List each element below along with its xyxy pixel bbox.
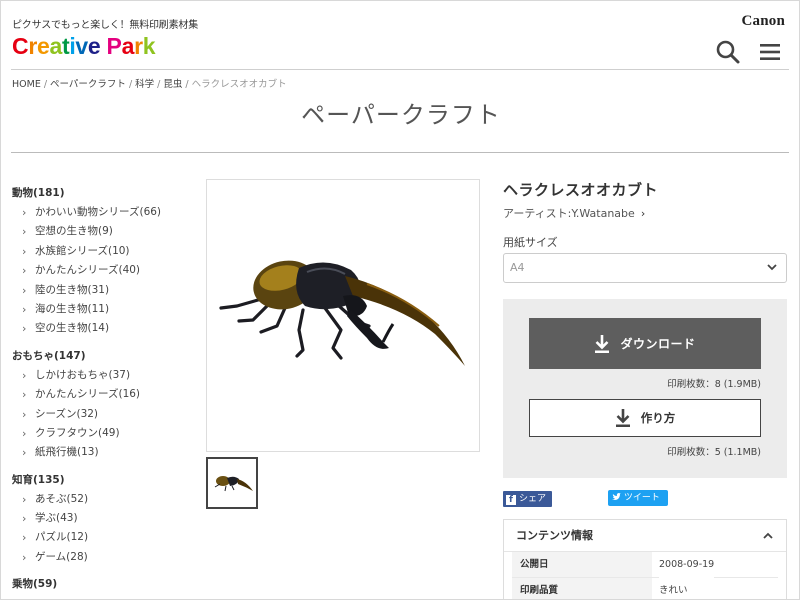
chevron-right-icon: ›	[22, 244, 27, 258]
category-heading[interactable]: 知育(135)	[12, 471, 202, 490]
product-title: ヘラクレスオオカブト	[503, 181, 659, 199]
search-icon[interactable]	[715, 39, 741, 65]
logo-letter: r	[134, 33, 143, 59]
category-sidebar: 動物(181) › かわいい動物シリーズ(66) › 空想の生き物(9) › 水族館シ…	[12, 184, 202, 599]
creative-park-logo[interactable]: Creative Park	[12, 33, 156, 60]
logo-letter: P	[106, 33, 122, 59]
category-item[interactable]: › かわいい動物シリーズ(66)	[12, 203, 202, 222]
paper-size-select[interactable]: A4	[503, 253, 787, 283]
category-group-animals: 動物(181) › かわいい動物シリーズ(66) › 空想の生き物(9) › 水族館シ…	[12, 184, 202, 339]
download-button[interactable]: ダウンロード	[529, 318, 761, 369]
breadcrumb-papercraft[interactable]: ペーパークラフト	[50, 79, 126, 90]
category-heading[interactable]: 動物(181)	[12, 184, 202, 203]
breadcrumb: HOME / ペーパークラフト / 科学 / 昆虫 / ヘラクレスオオカブト	[12, 79, 287, 90]
product-thumbnail[interactable]	[206, 457, 258, 509]
facebook-share-button[interactable]: f シェア	[503, 491, 552, 507]
beetle-thumbnail-image	[214, 476, 253, 492]
category-item[interactable]: › かんたんシリーズ(16)	[12, 385, 202, 404]
category-item[interactable]: › しかけおもちゃ(37)	[12, 366, 202, 385]
contents-info-panel: コンテンツ情報 公開日 2008-09-19 印刷品質 きれい	[503, 519, 787, 599]
twitter-bird-icon	[612, 493, 624, 503]
category-item[interactable]: › 陸の生き物(31)	[12, 281, 202, 300]
category-group-toys: おもちゃ(147) › しかけおもちゃ(37) › かんたんシリーズ(16) › シー…	[12, 347, 202, 463]
info-key: 印刷品質	[520, 585, 559, 596]
info-value: きれい	[659, 578, 688, 599]
canon-brand-logo[interactable]: Canon	[741, 13, 785, 30]
category-item[interactable]: › 海の生き物(11)	[12, 300, 202, 319]
chevron-right-icon: ›	[22, 426, 27, 440]
chevron-right-icon: ›	[22, 388, 27, 402]
logo-letter: a	[121, 33, 135, 59]
breadcrumb-science[interactable]: 科学	[135, 79, 154, 90]
page-title: ペーパークラフト	[301, 101, 501, 129]
download-icon	[615, 408, 631, 428]
title-divider	[11, 152, 789, 153]
breadcrumb-home[interactable]: HOME	[12, 79, 41, 90]
category-item[interactable]: › ゲーム(28)	[12, 548, 202, 567]
category-item[interactable]: › パズル(12)	[12, 528, 202, 547]
logo-letter: k	[142, 33, 156, 59]
hamburger-menu-icon[interactable]	[758, 39, 784, 65]
category-item[interactable]: › 空想の生き物(9)	[12, 222, 202, 241]
hercules-beetle-illustration	[219, 260, 465, 366]
chevron-right-icon: ›	[22, 492, 27, 506]
logo-letter: r	[28, 33, 37, 59]
contents-info-toggle[interactable]: コンテンツ情報	[504, 520, 786, 552]
download-panel: ダウンロード 印刷枚数：8 (1.9MB) 作り方 印刷枚数：5 (1.1MB)	[503, 299, 787, 478]
product-main-image	[206, 179, 480, 452]
info-value: 2008-09-19	[659, 552, 715, 578]
category-item[interactable]: › かんたんシリーズ(40)	[12, 261, 202, 280]
instructions-button[interactable]: 作り方	[529, 399, 761, 437]
category-group-education: 知育(135) › あそぶ(52) › 学ぶ(43) › パズル(12) › ゲーム(2…	[12, 471, 202, 568]
logo-letter: a	[49, 33, 62, 59]
page: ピクサスでもっと楽しく！無料印刷素材集 Creative Park Canon …	[0, 0, 800, 600]
chevron-right-icon: ›	[22, 264, 27, 278]
instructions-print-count: 印刷枚数：5 (1.1MB)	[667, 447, 761, 458]
category-item[interactable]: › 空の生き物(14)	[12, 319, 202, 338]
category-group-vehicles: 乗物(59)	[12, 575, 202, 594]
chevron-down-icon	[766, 254, 778, 293]
site-tagline: ピクサスでもっと楽しく！無料印刷素材集	[12, 20, 198, 31]
category-item[interactable]: › 学ぶ(43)	[12, 509, 202, 528]
category-heading[interactable]: 乗物(59)	[12, 575, 202, 594]
artist-link[interactable]: アーティスト:Y.Watanabe ›	[503, 205, 788, 221]
download-print-count: 印刷枚数：8 (1.9MB)	[667, 379, 761, 390]
header-divider	[11, 69, 789, 70]
chevron-right-icon: ›	[22, 206, 27, 219]
category-item[interactable]: › 紙飛行機(13)	[12, 443, 202, 462]
twitter-tweet-button[interactable]: ツイート	[608, 490, 668, 506]
breadcrumb-insects[interactable]: 昆虫	[163, 79, 182, 90]
product-info: ヘラクレスオオカブト アーティスト:Y.Watanabe › 用紙サイズ A4	[503, 179, 788, 283]
info-key: 公開日	[520, 559, 549, 570]
chevron-right-icon: ›	[22, 368, 27, 382]
chevron-right-icon: ›	[22, 512, 27, 526]
chevron-right-icon: ›	[22, 446, 27, 460]
logo-letter: v	[75, 33, 88, 59]
logo-letter: C	[12, 33, 29, 59]
category-item[interactable]: › クラフタウン(49)	[12, 424, 202, 443]
breadcrumb-current: ヘラクレスオオカブト	[191, 79, 287, 90]
contents-info-row: 印刷品質 きれい	[512, 578, 778, 599]
chevron-right-icon: ›	[22, 225, 27, 239]
chevron-right-icon: ›	[22, 407, 27, 421]
category-item[interactable]: › シーズン(32)	[12, 405, 202, 424]
contents-info-row: 公開日 2008-09-19	[512, 552, 778, 578]
category-item[interactable]: › 水族館シリーズ(10)	[12, 242, 202, 261]
chevron-right-icon: ›	[22, 302, 27, 316]
logo-letter: e	[36, 33, 50, 59]
chevron-right-icon: ›	[22, 322, 27, 336]
logo-letter: t	[61, 33, 70, 59]
download-icon	[594, 334, 610, 354]
paper-size-label: 用紙サイズ	[503, 236, 558, 249]
facebook-icon: f	[506, 495, 516, 505]
chevron-right-icon: ›	[22, 550, 27, 564]
chevron-right-icon: ›	[22, 283, 27, 297]
logo-letter: e	[87, 33, 101, 59]
category-heading[interactable]: おもちゃ(147)	[12, 347, 202, 366]
chevron-right-icon: ›	[640, 207, 646, 220]
category-item[interactable]: › あそぶ(52)	[12, 490, 202, 509]
chevron-right-icon: ›	[22, 531, 27, 545]
